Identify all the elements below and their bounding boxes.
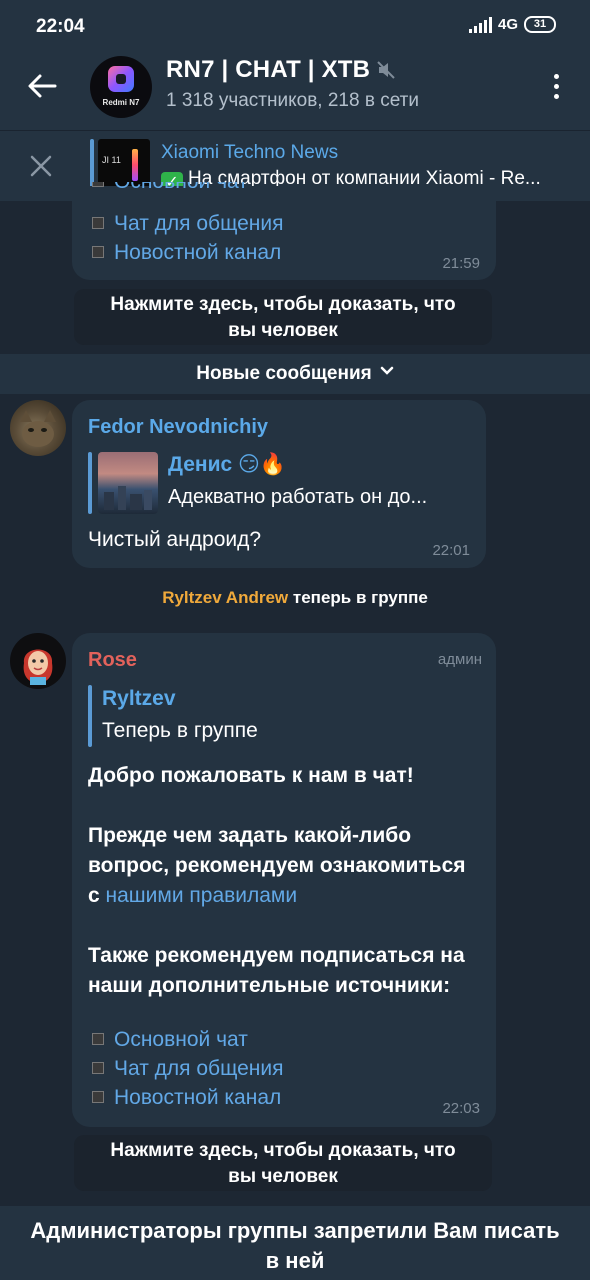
reply-author-emoji: 😏🔥 [238, 453, 287, 476]
sender-name[interactable]: Fedor Nevodnichiy [88, 416, 268, 439]
sender-name[interactable]: Rose [88, 649, 137, 672]
chat-subtitle: 1 318 участников, 218 в сети [166, 90, 419, 111]
verify-line-2: вы человек [228, 1166, 338, 1187]
message-text: Добро пожаловать к нам в чат! Прежде чем… [88, 761, 466, 1001]
status-indicators: 4G 31 [468, 16, 556, 33]
reply-thumbnail [98, 452, 158, 514]
subscribe-line-2: наши дополнительные источники: [88, 974, 451, 997]
avatar[interactable] [10, 633, 66, 689]
rules-line-1: Прежде чем задать какой-либо [88, 824, 412, 847]
rules-line-2: вопрос, рекомендуем ознакомиться [88, 854, 466, 877]
link-news-channel[interactable]: Новостной канал [92, 1083, 281, 1112]
square-icon [92, 217, 104, 229]
group-avatar[interactable]: Redmi N7 [90, 56, 152, 118]
city-photo-icon [104, 486, 152, 510]
rules-link[interactable]: нашими правилами [106, 884, 298, 907]
pinned-title: Xiaomi Techno News [161, 142, 339, 163]
dot-icon [553, 93, 559, 99]
chat-title-text: RN7 | CHAT | XTB [166, 56, 371, 83]
verify-line-1: Нажмите здесь, чтобы доказать, что [110, 1140, 456, 1161]
new-messages-label: Новые сообщения [196, 363, 372, 384]
message-bubble-rose[interactable]: Rose админ Ryltzev Теперь в группе Добро… [72, 633, 496, 1127]
square-icon [92, 246, 104, 258]
dot-icon [553, 83, 559, 89]
square-icon [92, 1091, 104, 1103]
message-bubble-fedor[interactable]: Fedor Nevodnichiy Денис 😏🔥 Адекватно раб… [72, 400, 486, 568]
cat-photo-icon [20, 410, 56, 447]
square-icon [92, 1033, 104, 1045]
reply-text: Адекватно работать он до... [168, 486, 428, 508]
network-type: 4G [497, 16, 518, 33]
reply-text: Теперь в группе [102, 719, 258, 742]
service-user-name[interactable]: Ryltzev Andrew [162, 588, 288, 607]
square-icon [92, 182, 104, 187]
service-text: теперь в группе [292, 588, 428, 607]
restriction-notice: Администраторы группы запретили Вам писа… [0, 1206, 590, 1280]
rules-line-3: с нашими правилами [88, 884, 298, 907]
message-time: 22:03 [442, 1100, 480, 1117]
reply-accent-bar [88, 685, 92, 747]
message-text: Чистый андроид? [88, 528, 262, 551]
avatar[interactable] [10, 400, 66, 456]
message-time: 22:01 [432, 542, 470, 559]
verify-human-button[interactable]: Нажмите здесь, чтобы доказать, что вы че… [74, 289, 492, 345]
chat-title[interactable]: RN7 | CHAT | XTB [166, 56, 396, 84]
more-menu-button[interactable] [546, 68, 566, 104]
reply-author: Денис 😏🔥 [168, 453, 287, 476]
back-button[interactable] [22, 66, 62, 106]
status-bar: 22:04 4G 31 [0, 0, 590, 44]
link-chat-general[interactable]: Чат для общения [92, 1054, 284, 1083]
status-time: 22:04 [36, 16, 85, 37]
muted-icon [377, 61, 395, 79]
reply-accent-bar [88, 452, 92, 514]
close-icon[interactable] [28, 153, 54, 179]
signal-icon [468, 16, 492, 33]
welcome-line: Добро пожаловать к нам в чат! [88, 764, 414, 787]
group-avatar-text: Redmi N7 [102, 98, 140, 107]
chat-header: Redmi N7 RN7 | CHAT | XTB 1 318 участник… [0, 44, 590, 130]
phone-graphic [132, 149, 138, 181]
subscribe-line-1: Также рекомендуем подписаться на [88, 944, 465, 967]
chevron-down-icon [380, 366, 393, 375]
cartoon-girl-icon [23, 649, 53, 685]
link-chat-general[interactable]: Чат для общения [92, 209, 284, 238]
service-message: Ryltzev Andrew теперь в группе [0, 588, 590, 608]
restriction-line-2: в ней [265, 1248, 325, 1273]
reply-author: Ryltzev [102, 687, 176, 710]
redmi-logo-icon [108, 66, 134, 92]
message-time: 21:59 [442, 255, 480, 272]
verify-line-1: Нажмите здесь, чтобы доказать, что [110, 294, 456, 315]
link-main-chat-partial[interactable]: Основной чат [92, 182, 248, 196]
link-main-chat[interactable]: Основной чат [92, 1025, 248, 1054]
new-messages-divider: Новые сообщения [0, 354, 590, 394]
admin-badge: админ [437, 651, 482, 668]
verify-line-2: вы человек [228, 320, 338, 341]
pinned-thumbnail-text: JI 11 [102, 155, 121, 165]
arrow-left-icon [28, 74, 57, 98]
message-bubble-top[interactable]: Основной чат Чат для общения Новостной к… [72, 182, 496, 280]
dot-icon [553, 73, 559, 79]
verify-human-button[interactable]: Нажмите здесь, чтобы доказать, что вы че… [74, 1135, 492, 1191]
battery-icon: 31 [524, 16, 556, 33]
restriction-line-1: Администраторы группы запретили Вам писа… [30, 1218, 560, 1243]
link-news-channel[interactable]: Новостной канал [92, 238, 281, 267]
square-icon [92, 1062, 104, 1074]
